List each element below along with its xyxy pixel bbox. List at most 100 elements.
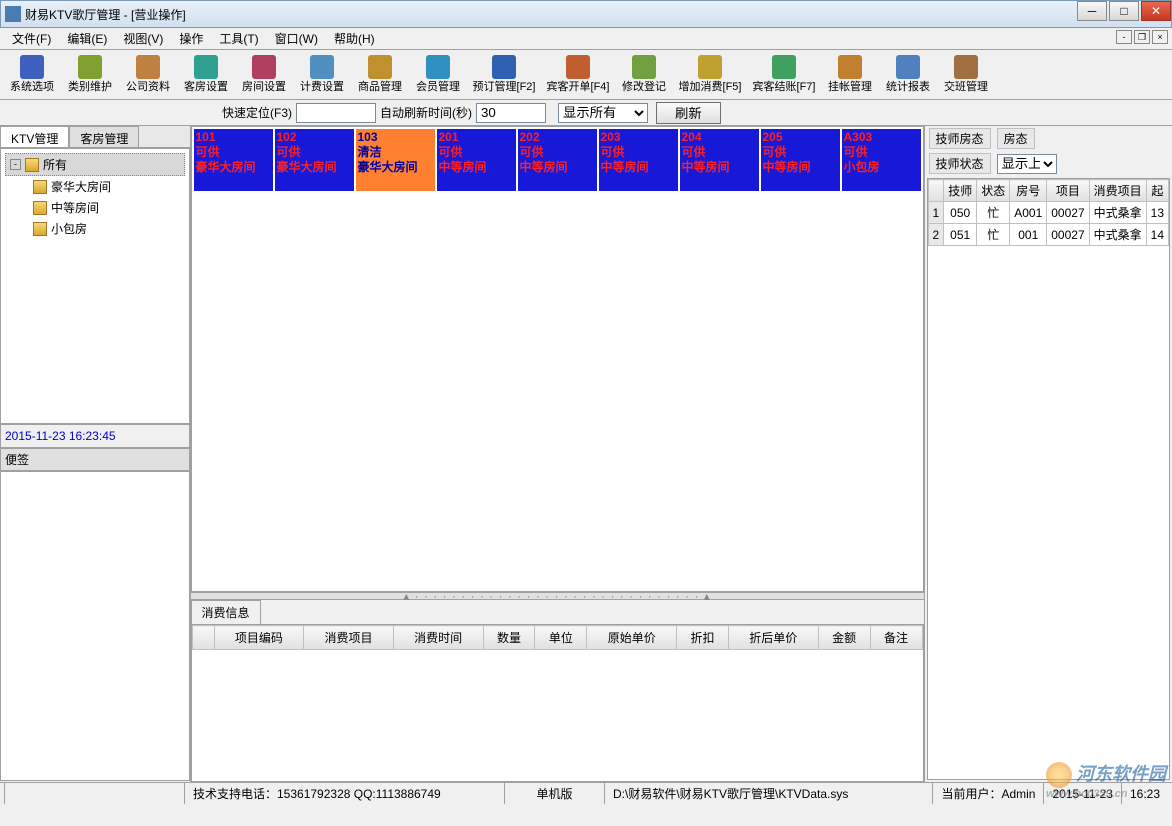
room-tile[interactable]: 102可供豪华大房间 xyxy=(275,129,354,191)
toolbar-button[interactable]: 宾客结账[F7] xyxy=(748,52,820,98)
menu-file[interactable]: 文件(F) xyxy=(4,28,59,49)
toolbar-button[interactable]: 修改登记 xyxy=(616,52,672,98)
mdi-close[interactable]: × xyxy=(1152,30,1168,44)
toolbar-button[interactable]: 商品管理 xyxy=(352,52,408,98)
tool-label: 宾客结账[F7] xyxy=(753,81,816,93)
room-number: 101 xyxy=(196,130,271,145)
column-header[interactable]: 原始单价 xyxy=(587,626,677,650)
filter-bar: 快速定位(F3) 自动刷新时间(秒) 显示所有 刷新 xyxy=(0,100,1172,126)
toolbar-button[interactable]: 增加消费[F5] xyxy=(674,52,746,98)
column-header[interactable]: 消费项目 xyxy=(304,626,394,650)
menu-operate[interactable]: 操作 xyxy=(171,28,211,49)
mdi-restore[interactable]: ❐ xyxy=(1134,30,1150,44)
tool-label: 商品管理 xyxy=(358,81,402,93)
column-header[interactable]: 折扣 xyxy=(677,626,729,650)
center-panel: 101可供豪华大房间102可供豪华大房间103清洁豪华大房间201可供中等房间2… xyxy=(191,126,925,782)
notes-label: 便签 xyxy=(0,448,190,471)
tree-item[interactable]: 豪华大房间 xyxy=(29,176,185,197)
tech-room-state-link[interactable]: 技师房态 xyxy=(929,128,991,149)
column-header[interactable]: 单位 xyxy=(535,626,587,650)
column-header[interactable]: 数量 xyxy=(483,626,535,650)
toolbar-button[interactable]: 预订管理[F2] xyxy=(468,52,540,98)
room-tile[interactable]: 101可供豪华大房间 xyxy=(194,129,273,191)
menu-view[interactable]: 视图(V) xyxy=(115,28,171,49)
table-row[interactable]: 1050忙A00100027中式桑拿13 xyxy=(928,202,1169,224)
tech-state-link[interactable]: 技师状态 xyxy=(929,153,991,174)
window-title: 财易KTV歌厅管理 - [营业操作] xyxy=(25,6,186,23)
mdi-minimize[interactable]: - xyxy=(1116,30,1132,44)
locate-input[interactable] xyxy=(296,103,376,123)
tab-ktv-manage[interactable]: KTV管理 xyxy=(0,126,69,147)
toolbar-button[interactable]: 房间设置 xyxy=(236,52,292,98)
toolbar-button[interactable]: 统计报表 xyxy=(880,52,936,98)
tool-label: 增加消费[F5] xyxy=(679,81,742,93)
notes-area[interactable] xyxy=(0,471,190,781)
consumption-tab[interactable]: 消费信息 xyxy=(191,600,261,624)
menu-help[interactable]: 帮助(H) xyxy=(326,28,383,49)
tool-icon xyxy=(368,55,392,79)
room-tile[interactable]: 204可供中等房间 xyxy=(680,129,759,191)
column-header[interactable]: 状态 xyxy=(977,180,1010,202)
tree-root[interactable]: - 所有 xyxy=(5,153,185,176)
toolbar-button[interactable]: 挂帐管理 xyxy=(822,52,878,98)
tool-label: 计费设置 xyxy=(300,81,344,93)
close-button[interactable]: ✕ xyxy=(1141,1,1171,21)
table-row[interactable]: 2051忙00100027中式桑拿14 xyxy=(928,224,1169,246)
room-number: 204 xyxy=(682,130,757,145)
column-header[interactable]: 项目编码 xyxy=(214,626,304,650)
refresh-interval-input[interactable] xyxy=(476,103,546,123)
collapse-icon[interactable]: - xyxy=(10,159,21,170)
column-header[interactable]: 备注 xyxy=(870,626,922,650)
maximize-button[interactable]: □ xyxy=(1109,1,1139,21)
toolbar-button[interactable]: 系统选项 xyxy=(4,52,60,98)
toolbar-button[interactable]: 宾客开单[F4] xyxy=(542,52,614,98)
rooms-grid: 101可供豪华大房间102可供豪华大房间103清洁豪华大房间201可供中等房间2… xyxy=(191,126,924,592)
room-type: 豪华大房间 xyxy=(358,160,433,175)
tool-icon xyxy=(252,55,276,79)
consumption-grid[interactable]: 项目编码消费项目消费时间数量单位原始单价折扣折后单价金额备注 xyxy=(191,624,924,782)
toolbar-button[interactable]: 公司资料 xyxy=(120,52,176,98)
main-area: KTV管理 客房管理 - 所有 豪华大房间 中等房间 小包房 2015-11-2… xyxy=(0,126,1172,782)
refresh-button[interactable]: 刷新 xyxy=(656,102,721,124)
column-header[interactable]: 折后单价 xyxy=(728,626,818,650)
room-type-tree[interactable]: - 所有 豪华大房间 中等房间 小包房 xyxy=(0,148,190,424)
menu-window[interactable]: 窗口(W) xyxy=(267,28,326,49)
minimize-button[interactable]: ─ xyxy=(1077,1,1107,21)
room-state-link[interactable]: 房态 xyxy=(997,128,1035,149)
room-tile[interactable]: A303可供小包房 xyxy=(842,129,921,191)
toolbar-button[interactable]: 类别维护 xyxy=(62,52,118,98)
tool-label: 统计报表 xyxy=(886,81,930,93)
toolbar: 系统选项类别维护公司资料客房设置房间设置计费设置 商品管理会员管理预订管理[F2]… xyxy=(0,50,1172,100)
technician-grid[interactable]: 技师状态房号项目消费项目起1050忙A00100027中式桑拿132051忙00… xyxy=(927,178,1171,780)
column-header[interactable]: 消费项目 xyxy=(1089,180,1146,202)
room-tile[interactable]: 103清洁豪华大房间 xyxy=(356,129,435,191)
toolbar-button[interactable]: 交班管理 xyxy=(938,52,994,98)
column-header[interactable]: 房号 xyxy=(1010,180,1047,202)
tree-item[interactable]: 中等房间 xyxy=(29,197,185,218)
column-header[interactable]: 技师 xyxy=(944,180,977,202)
column-header[interactable]: 起 xyxy=(1146,180,1168,202)
column-header[interactable]: 金额 xyxy=(818,626,870,650)
tech-filter-select[interactable]: 显示上 xyxy=(997,154,1057,174)
consumption-panel: 消费信息 项目编码消费项目消费时间数量单位原始单价折扣折后单价金额备注 xyxy=(191,600,924,782)
column-header[interactable]: 消费时间 xyxy=(393,626,483,650)
show-filter-select[interactable]: 显示所有 xyxy=(558,103,648,123)
column-header[interactable]: 项目 xyxy=(1047,180,1089,202)
room-tile[interactable]: 205可供中等房间 xyxy=(761,129,840,191)
room-number: 205 xyxy=(763,130,838,145)
room-tile[interactable]: 203可供中等房间 xyxy=(599,129,678,191)
room-tile[interactable]: 201可供中等房间 xyxy=(437,129,516,191)
menu-tools[interactable]: 工具(T) xyxy=(211,28,266,49)
status-path: D:\财易软件\财易KTV歌厅管理\KTVData.sys xyxy=(604,783,932,804)
toolbar-button[interactable]: 客房设置 xyxy=(178,52,234,98)
menu-edit[interactable]: 编辑(E) xyxy=(59,28,115,49)
room-number: 103 xyxy=(358,130,433,145)
room-tile[interactable]: 202可供中等房间 xyxy=(518,129,597,191)
room-type: 中等房间 xyxy=(601,160,676,175)
toolbar-button[interactable]: 会员管理 xyxy=(410,52,466,98)
splitter[interactable]: ▴ · · · · · · · · · · · · · · · · · · · … xyxy=(191,592,924,600)
toolbar-button[interactable]: 计费设置 xyxy=(294,52,350,98)
room-type: 中等房间 xyxy=(682,160,757,175)
tab-room-manage[interactable]: 客房管理 xyxy=(69,126,139,147)
tree-item[interactable]: 小包房 xyxy=(29,218,185,239)
